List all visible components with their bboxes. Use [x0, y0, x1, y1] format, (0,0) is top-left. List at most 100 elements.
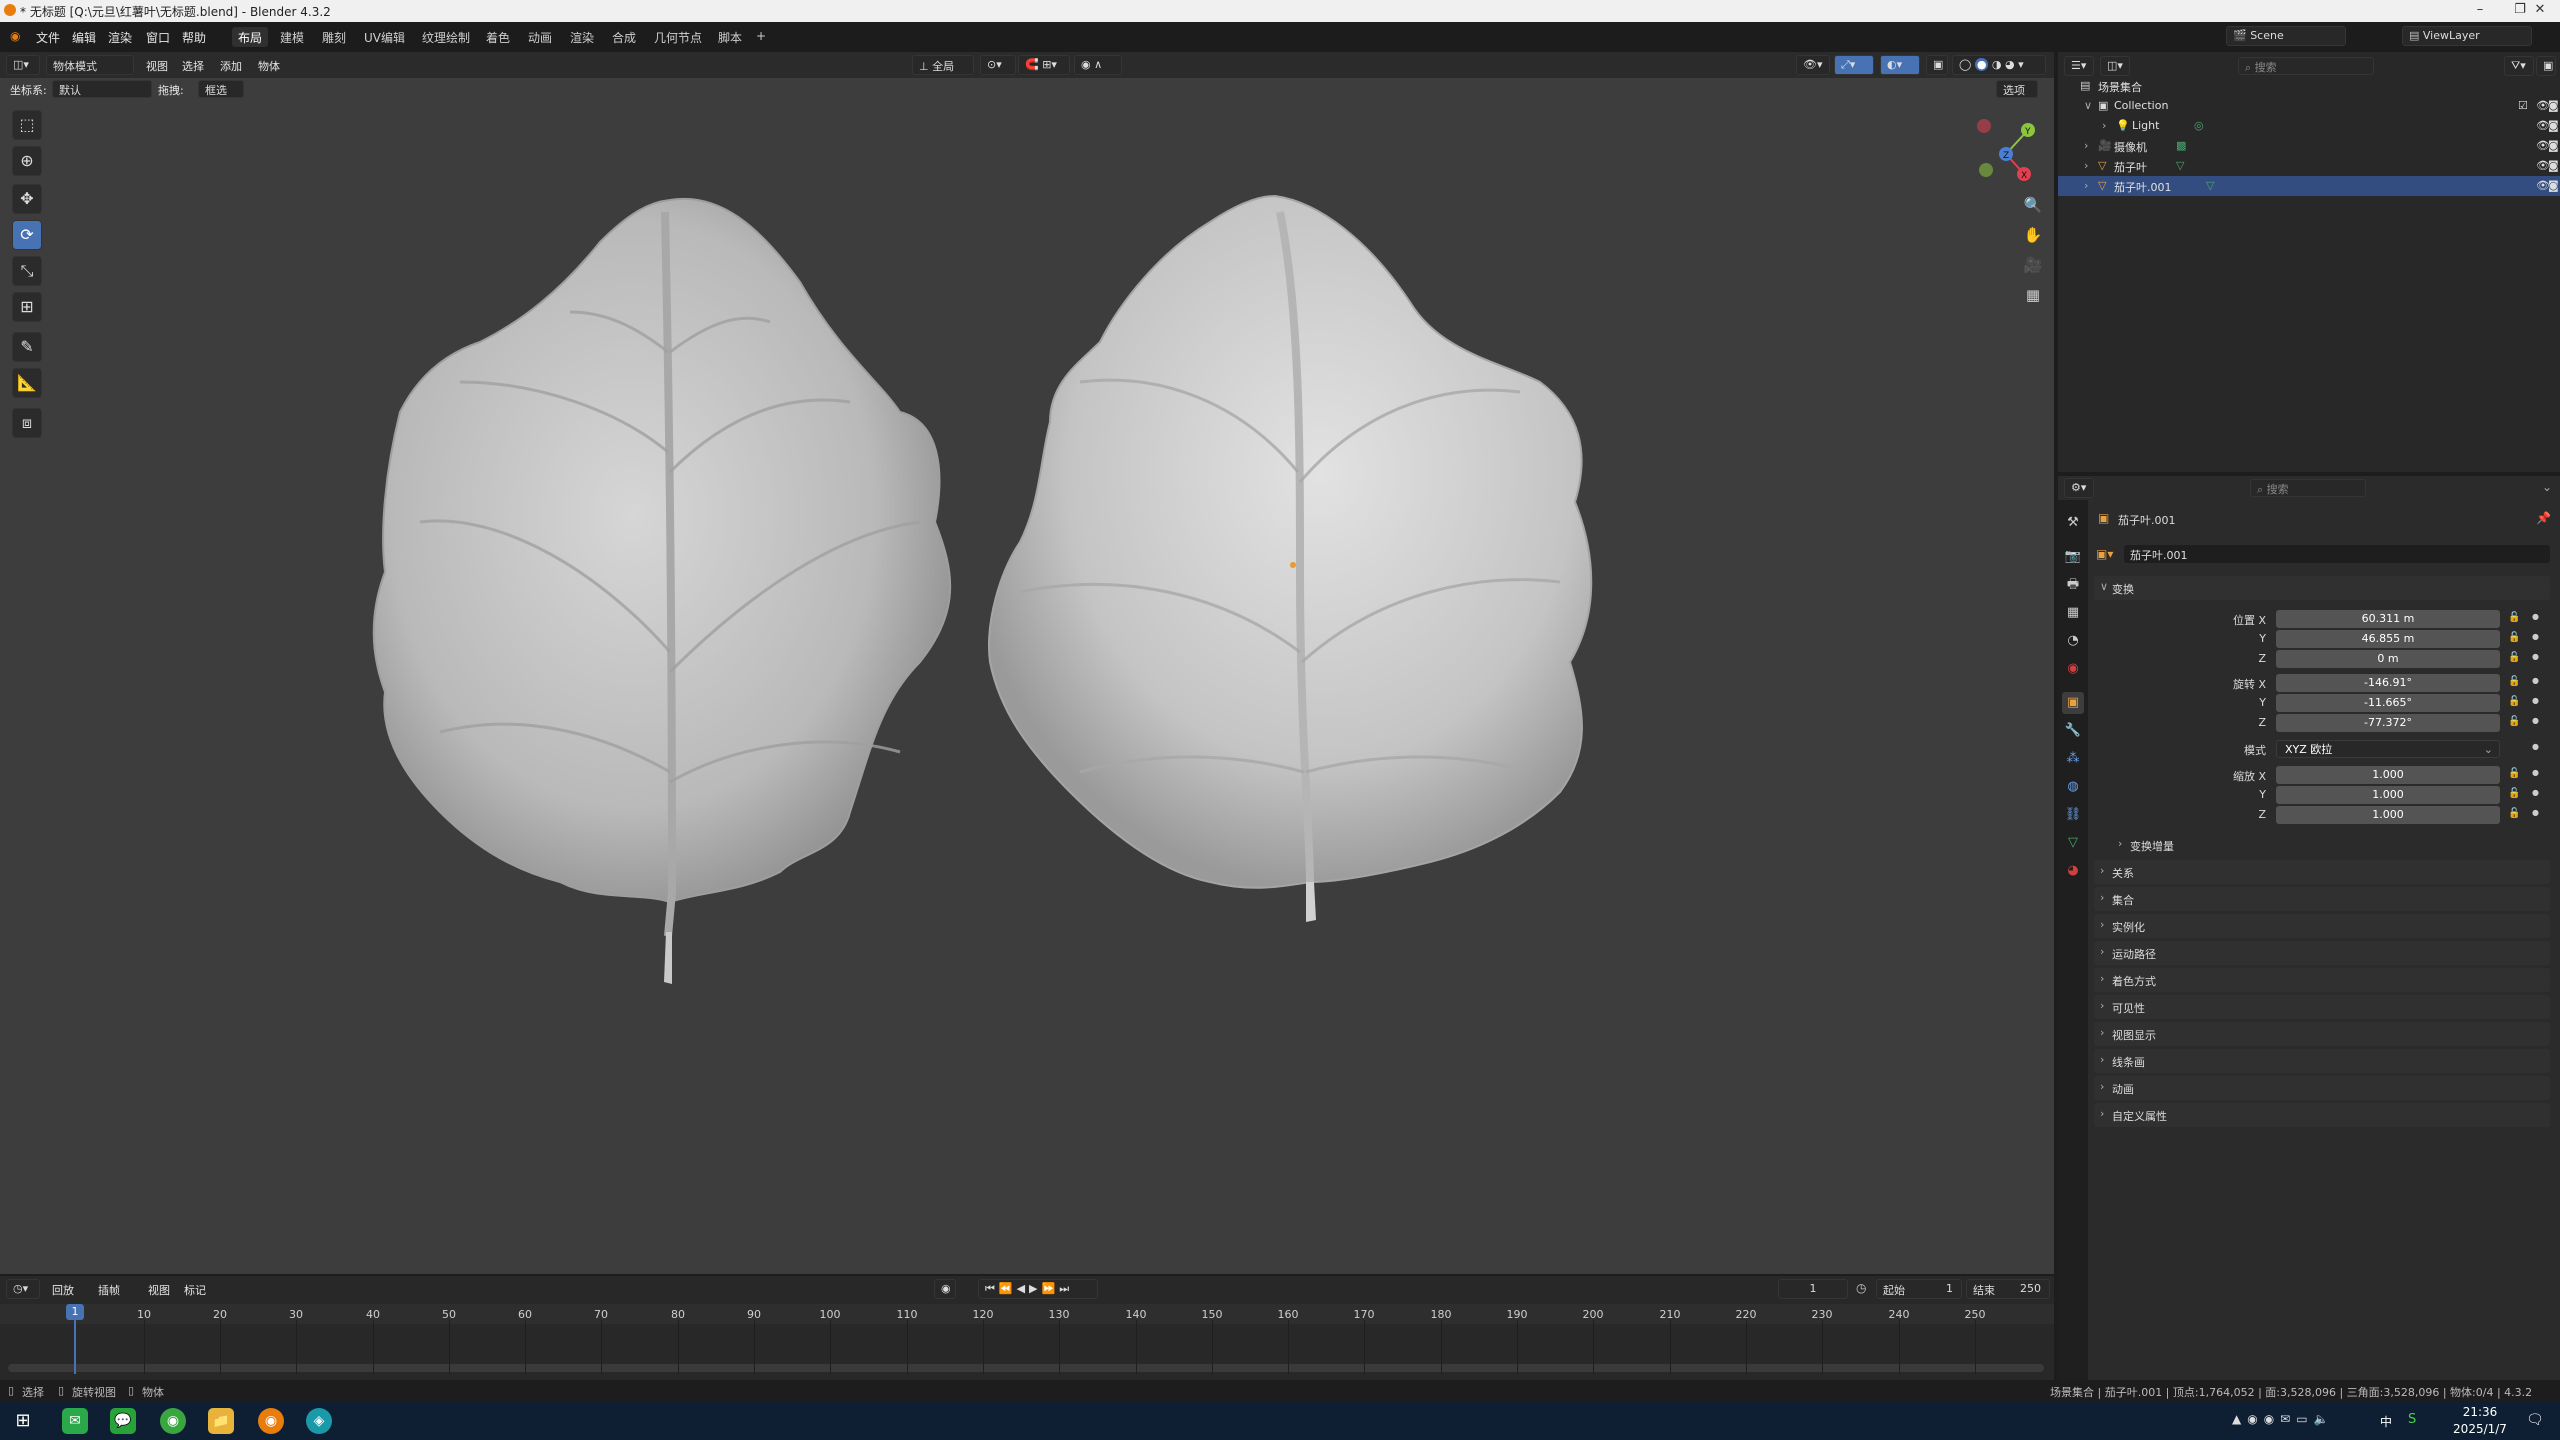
timeline-editor-type[interactable]: ◷▾ [6, 1279, 40, 1299]
new-collection-icon[interactable]: ▣ [2536, 56, 2556, 76]
mesh-data-icon[interactable]: ▽ [2206, 179, 2214, 192]
chevron-down-icon[interactable]: ⌄ [2542, 480, 2552, 494]
viewlayer-selector[interactable]: ▤ ViewLayer [2402, 26, 2532, 46]
end-frame-field[interactable]: 结束 250 [1966, 1279, 2050, 1299]
tab-scripting[interactable]: 脚本 [712, 27, 748, 47]
outliner-row-mesh-selected[interactable]: › ▽ 茄子叶.001 ▽ 👁 ◙ [2058, 176, 2560, 196]
panel-instancing[interactable]: › 实例化 [2094, 914, 2550, 938]
output-icon[interactable]: 🖶 [2062, 574, 2084, 596]
keyframe-dot-icon[interactable]: ● [2532, 612, 2539, 621]
menu-help[interactable]: 帮助 [182, 29, 206, 46]
system-tray-icons[interactable]: ▲◉◉✉▭🔈 [2232, 1412, 2335, 1426]
properties-search-input[interactable]: ⌕ 搜索 [2250, 479, 2366, 497]
wechat-icon[interactable]: 💬 [110, 1408, 136, 1434]
keyframe-dot-icon[interactable]: ● [2532, 742, 2539, 751]
file-explorer-icon[interactable]: 📁 [208, 1408, 234, 1434]
scale-y-field[interactable]: 1.000 [2276, 786, 2500, 804]
chevron-right-icon[interactable]: › [2084, 179, 2088, 192]
clock-time[interactable]: 21:36 [2440, 1405, 2520, 1419]
timeline-menu-view[interactable]: 视图 [148, 1282, 170, 1298]
menu-edit[interactable]: 编辑 [72, 29, 96, 46]
lock-icon[interactable]: 🔓 [2508, 716, 2520, 727]
timeline-scrollbar[interactable] [8, 1364, 2044, 1372]
lock-icon[interactable]: 🔓 [2508, 696, 2520, 707]
clock-date[interactable]: 2025/1/7 [2440, 1422, 2520, 1436]
playhead-frame-badge[interactable]: 1 [66, 1304, 84, 1320]
camera-render-icon[interactable]: ◙ [2548, 99, 2559, 112]
panel-custom-properties[interactable]: › 自定义属性 [2094, 1103, 2550, 1127]
add-workspace-button[interactable]: + [750, 27, 772, 47]
menu-file[interactable]: 文件 [36, 29, 60, 46]
mesh-data-icon[interactable]: ▽ [2062, 832, 2084, 854]
notification-icon[interactable]: 🗨 [2526, 1412, 2544, 1428]
lock-icon[interactable]: 🔓 [2508, 768, 2520, 779]
tool-settings-icon[interactable]: ⚒ [2062, 512, 2084, 534]
outliner-row-mesh[interactable]: › ▽ 茄子叶 ▽ 👁 ◙ [2058, 156, 2560, 176]
lock-icon[interactable]: 🔓 [2508, 808, 2520, 819]
material-icon[interactable]: ◕ [2062, 860, 2084, 882]
app-browser-icon[interactable]: ◉ [160, 1408, 186, 1434]
ime-indicator[interactable]: 中 [2380, 1413, 2392, 1430]
object-props-icon[interactable]: ▣ [2062, 692, 2084, 714]
properties-editor-type[interactable]: ⚙▾ [2064, 478, 2094, 498]
rotation-x-field[interactable]: -146.91° [2276, 674, 2500, 692]
camera-render-icon[interactable]: ◙ [2548, 159, 2559, 172]
object-name-input[interactable]: 茄子叶.001 [2124, 545, 2550, 563]
tab-texture-paint[interactable]: 纹理绘制 [416, 27, 476, 47]
view-layer-icon[interactable]: ▦ [2062, 602, 2084, 624]
lock-icon[interactable]: 🔓 [2508, 788, 2520, 799]
filter-icon[interactable]: ⛛▾ [2504, 56, 2534, 76]
keyframe-dot-icon[interactable]: ● [2532, 808, 2539, 817]
tab-shading[interactable]: 着色 [480, 27, 516, 47]
render-icon[interactable]: 📷 [2062, 546, 2084, 568]
outliner-row-collection[interactable]: ∨ ▣ Collection ☑ 👁 ◙ [2058, 96, 2560, 116]
tab-rendering[interactable]: 渲染 [564, 27, 600, 47]
scale-z-field[interactable]: 1.000 [2276, 806, 2500, 824]
lock-icon[interactable]: 🔓 [2508, 652, 2520, 663]
tab-compositing[interactable]: 合成 [606, 27, 642, 47]
panel-animation[interactable]: › 动画 [2094, 1076, 2550, 1100]
current-frame-field[interactable]: 1 [1778, 1279, 1848, 1299]
tab-modeling[interactable]: 建模 [274, 27, 310, 47]
delta-transform-subpanel[interactable]: › 变换增量 [2108, 834, 2308, 854]
panel-visibility[interactable]: › 可见性 [2094, 995, 2550, 1019]
panel-shading[interactable]: › 着色方式 [2094, 968, 2550, 992]
blender-menu-icon[interactable]: ◉ [10, 29, 20, 43]
start-frame-field[interactable]: 起始 1 [1876, 1279, 1962, 1299]
panel-collections[interactable]: › 集合 [2094, 887, 2550, 911]
rotation-mode-dropdown[interactable]: XYZ 欧拉 ⌄ [2276, 740, 2500, 758]
pin-icon[interactable]: 📌 [2536, 511, 2551, 525]
outliner-row-light[interactable]: › 💡 Light ◎ 👁 ◙ [2058, 116, 2560, 136]
tab-geometry-nodes[interactable]: 几何节点 [648, 27, 708, 47]
playback-controls[interactable]: ⏮⏪◀▶⏩⏭ [978, 1279, 1098, 1299]
outliner-row-camera[interactable]: › 🎥 摄像机 ▩ 👁 ◙ [2058, 136, 2560, 156]
blender-taskbar-icon[interactable]: ◉ [258, 1408, 284, 1434]
chevron-right-icon[interactable]: › [2102, 119, 2106, 132]
gizmo-neg-x[interactable] [1977, 119, 1991, 133]
keyframe-dot-icon[interactable]: ● [2532, 788, 2539, 797]
object-datablock-icon[interactable]: ▣▾ [2096, 547, 2113, 561]
panel-motion-paths[interactable]: › 运动路径 [2094, 941, 2550, 965]
chevron-right-icon[interactable]: › [2084, 159, 2088, 172]
checkbox-icon[interactable]: ☑ [2518, 99, 2528, 112]
location-x-field[interactable]: 60.311 m [2276, 610, 2500, 628]
menu-window[interactable]: 窗口 [146, 29, 170, 46]
tab-uv-editing[interactable]: UV编辑 [358, 27, 411, 47]
lock-icon[interactable]: 🔓 [2508, 676, 2520, 687]
minimize-button[interactable]: – [2460, 2, 2500, 17]
navigation-gizmo[interactable]: Y Z X [1966, 112, 2046, 192]
windows-start-icon[interactable]: ⊞ [10, 1408, 36, 1434]
gizmo-neg-y[interactable] [1979, 163, 1993, 177]
outliner-search-input[interactable]: ⌕ 搜索 [2238, 57, 2374, 75]
outliner-row-scene-collection[interactable]: ▤ 场景集合 [2058, 76, 2560, 96]
camera-view-icon[interactable]: 🎥 [2020, 252, 2046, 278]
physics-icon[interactable]: ◍ [2062, 776, 2084, 798]
mesh-data-icon[interactable]: ▽ [2176, 159, 2184, 172]
pan-hand-icon[interactable]: ✋ [2020, 222, 2046, 248]
transform-panel-header[interactable]: ∨ 变换 [2094, 576, 2550, 600]
tab-animation[interactable]: 动画 [522, 27, 558, 47]
modifier-icon[interactable]: 🔧 [2062, 720, 2084, 742]
camera-render-icon[interactable]: ◙ [2548, 139, 2559, 152]
leaf-mesh-left[interactable] [372, 197, 952, 984]
panel-relations[interactable]: › 关系 [2094, 860, 2550, 884]
